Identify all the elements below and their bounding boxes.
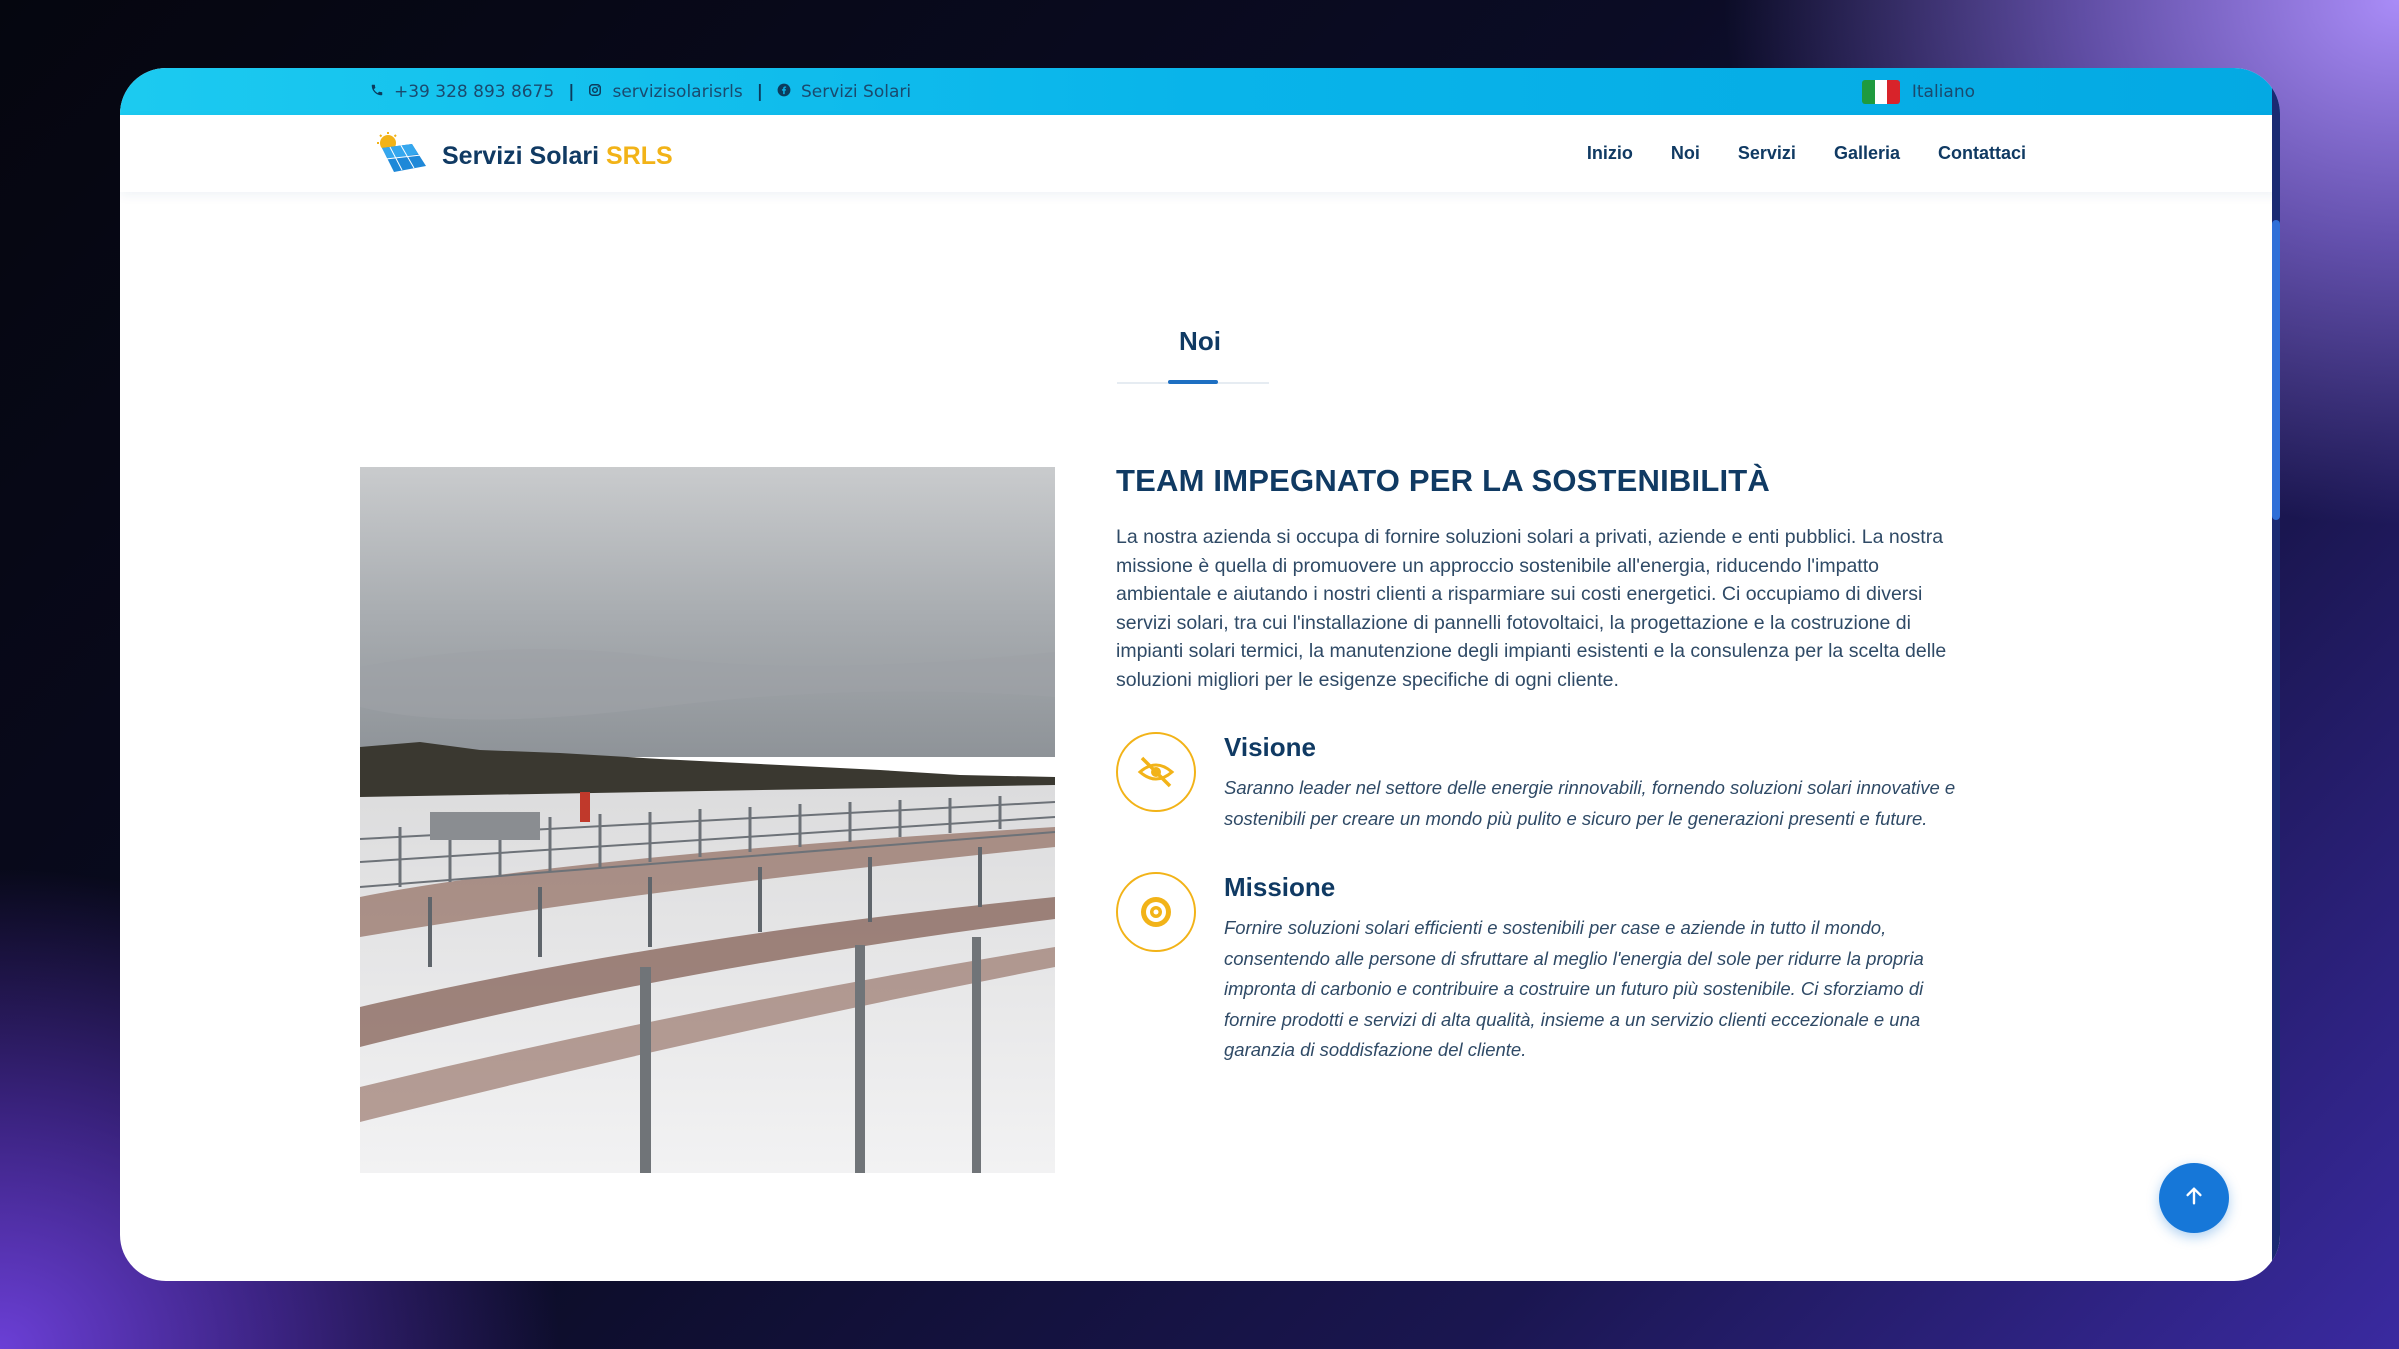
facebook-icon (777, 82, 791, 102)
nav-item-contattaci[interactable]: Contattaci (1938, 143, 2026, 164)
instagram-handle: servizisolarisrls (612, 81, 743, 102)
italy-flag-icon (1861, 79, 1900, 104)
language-label: Italiano (1911, 81, 1975, 102)
about-content: TEAM IMPEGNATO PER LA SOSTENIBILITÀ La n… (1116, 463, 1956, 1066)
nav-item-noi[interactable]: Noi (1671, 143, 1700, 164)
brand-suffix: SRLS (605, 141, 673, 170)
browser-window: +39 328 893 8675 | servizisolarisrls | S… (120, 68, 2280, 1281)
scrollbar-track[interactable] (2272, 68, 2280, 1281)
language-selector[interactable]: Italiano (1861, 68, 1975, 115)
top-info-bar: +39 328 893 8675 | servizisolarisrls | S… (120, 68, 2280, 115)
phone-number: +39 328 893 8675 (394, 81, 555, 102)
brand-logo[interactable]: Servizi Solari SRLS (376, 132, 673, 180)
about-headline: TEAM IMPEGNATO PER LA SOSTENIBILITÀ (1116, 463, 1771, 498)
brand-name: Servizi Solari SRLS (442, 141, 673, 170)
vision-text: Saranno leader nel settore delle energie… (1224, 777, 1956, 829)
contact-list: +39 328 893 8675 | servizisolarisrls | S… (370, 68, 911, 115)
nav-item-galleria[interactable]: Galleria (1834, 143, 1900, 164)
vision-feature: Visione Saranno leader nel settore delle… (1116, 732, 1956, 834)
instagram-contact[interactable]: servizisolarisrls (588, 81, 743, 102)
title-underline (1168, 380, 1218, 384)
main-menu: Inizio Noi Servizi Galleria Contattaci (1587, 115, 2026, 192)
nav-item-inizio[interactable]: Inizio (1587, 143, 1633, 164)
scrollbar-thumb[interactable] (2272, 220, 2280, 520)
solar-panel-logo-icon (376, 132, 428, 180)
facebook-name: Servizi Solari (800, 81, 912, 102)
separator: | (756, 81, 763, 102)
instagram-icon (588, 82, 602, 102)
mission-title: Missione (1224, 872, 1336, 902)
eye-slash-icon (1116, 732, 1196, 812)
about-intro: La nostra azienda si occupa di fornire s… (1116, 526, 1947, 691)
nav-item-servizi[interactable]: Servizi (1738, 143, 1796, 164)
target-icon (1116, 872, 1196, 952)
mission-feature: Missione Fornire soluzioni solari effici… (1116, 872, 1956, 1066)
separator: | (568, 81, 575, 102)
mission-text: Fornire soluzioni solari efficienti e so… (1224, 917, 1924, 1060)
arrow-up-icon (2183, 1185, 2205, 1211)
facebook-contact[interactable]: Servizi Solari (777, 82, 911, 102)
vision-title: Visione (1224, 732, 1317, 762)
phone-contact[interactable]: +39 328 893 8675 (370, 82, 554, 102)
solar-installation-photo (360, 467, 1055, 1173)
main-navbar: Servizi Solari SRLS Inizio Noi Servizi G… (120, 115, 2280, 192)
phone-icon (370, 82, 384, 102)
section-title: Noi (1179, 326, 1221, 356)
back-to-top-button[interactable] (2159, 1163, 2229, 1233)
